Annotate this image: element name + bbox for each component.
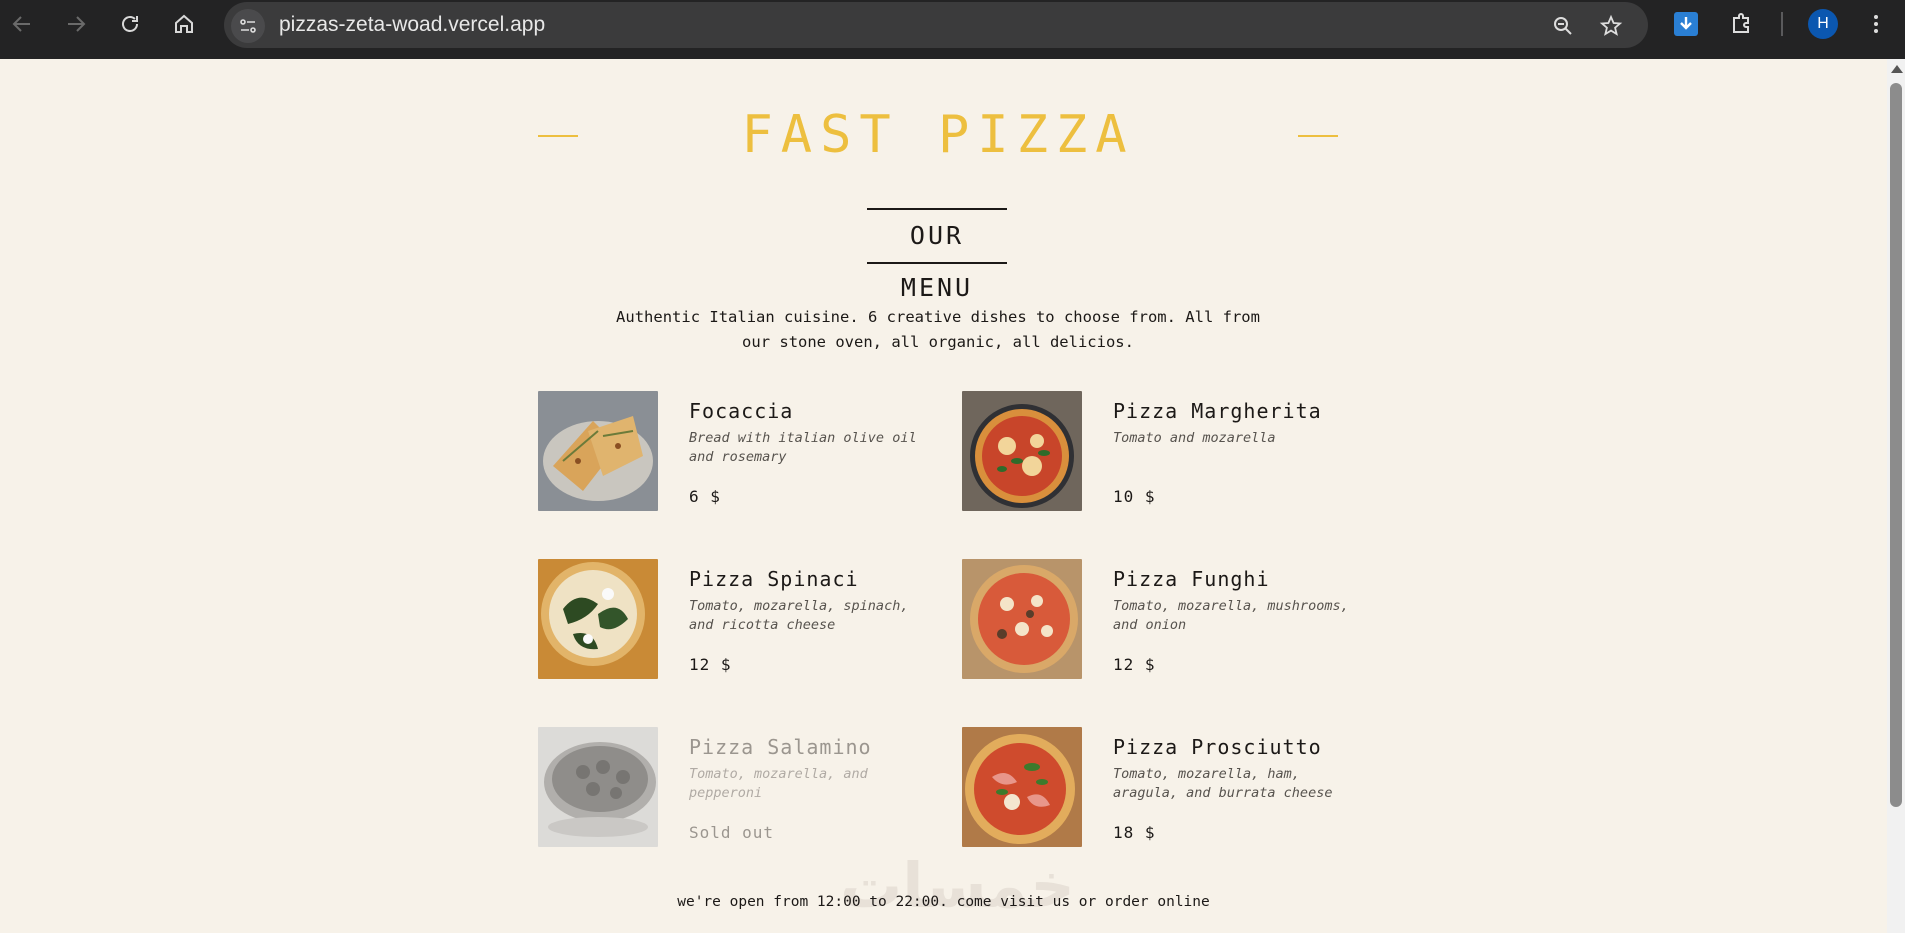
toolbar-divider	[1781, 12, 1783, 36]
item-name: Pizza Funghi	[1113, 567, 1270, 591]
download-button[interactable]	[1670, 8, 1702, 40]
item-name: Pizza Margherita	[1113, 399, 1322, 423]
zoom-icon	[1554, 17, 1572, 35]
menu-title: OUR MENU	[867, 208, 1007, 302]
item-ingredients: Bread with italian olive oil and rosemar…	[689, 430, 917, 465]
back-icon	[12, 16, 30, 32]
menu-item: Pizza Margherita Tomato and mozarella 10…	[962, 391, 1362, 513]
item-name: Pizza Spinaci	[689, 567, 859, 591]
item-name: Pizza Salamino	[689, 735, 872, 759]
item-price: 12 $	[689, 655, 732, 674]
menu-item: Pizza Prosciutto Tomato, mozarella, ham,…	[962, 727, 1362, 849]
extensions-icon	[1733, 13, 1749, 33]
download-icon	[1674, 12, 1698, 36]
menu-item: Focaccia Bread with italian olive oil an…	[538, 391, 938, 513]
bookmark-button[interactable]	[1596, 11, 1626, 41]
item-price: 10 $	[1113, 487, 1156, 506]
funghi-photo	[962, 559, 1082, 679]
site-info-button[interactable]	[231, 9, 265, 43]
footer-text: we're open from 12:00 to 22:00. come vis…	[677, 894, 1210, 910]
address-bar[interactable]: pizzas-zeta-woad.vercel.app	[224, 2, 1648, 48]
focaccia-photo	[538, 391, 658, 511]
site-title[interactable]: FAST PIZZA	[538, 95, 1338, 175]
menu-intro: Authentic Italian cuisine. 6 creative di…	[616, 308, 1260, 351]
zoom-button[interactable]	[1548, 11, 1578, 41]
browser-menu-button[interactable]	[1860, 8, 1892, 40]
menu-item: Pizza Funghi Tomato, mozarella, mushroom…	[962, 559, 1362, 681]
reload-button[interactable]	[110, 8, 150, 40]
menu-item-sold-out: Pizza Salamino Tomato, mozarella, and pe…	[538, 727, 938, 849]
item-price: 6 $	[689, 487, 721, 506]
header-line-right	[1298, 135, 1338, 137]
page-content: FAST PIZZA OUR MENU Authentic Italian cu…	[0, 59, 1887, 933]
star-icon	[1599, 14, 1623, 36]
browser-toolbar: pizzas-zeta-woad.vercel.app H	[0, 0, 1905, 59]
scroll-thumb[interactable]	[1890, 83, 1902, 807]
menu-item: Pizza Spinaci Tomato, mozarella, spinach…	[538, 559, 938, 681]
item-name: Pizza Prosciutto	[1113, 735, 1322, 759]
item-ingredients: Tomato, mozarella, mushrooms, and onion	[1113, 598, 1349, 633]
site-header: FAST PIZZA	[538, 95, 1338, 175]
page-scrollbar[interactable]	[1887, 59, 1905, 933]
reload-icon	[122, 16, 138, 32]
item-price: 12 $	[1113, 655, 1156, 674]
back-button[interactable]	[2, 8, 42, 40]
site-info-icon	[240, 19, 256, 33]
item-ingredients: Tomato, mozarella, and pepperoni	[689, 766, 868, 801]
margherita-photo	[962, 391, 1082, 511]
profile-avatar[interactable]: H	[1808, 9, 1838, 39]
item-ingredients: Tomato, mozarella, spinach, and ricotta …	[689, 598, 909, 633]
scroll-up-icon[interactable]	[1891, 65, 1903, 73]
menu-icon	[1874, 15, 1878, 33]
item-name: Focaccia	[689, 399, 794, 423]
url-text[interactable]: pizzas-zeta-woad.vercel.app	[279, 13, 545, 37]
sold-out-label: Sold out	[689, 823, 775, 842]
forward-button[interactable]	[56, 8, 96, 40]
prosciutto-photo	[962, 727, 1082, 847]
spinaci-photo	[538, 559, 658, 679]
item-ingredients: Tomato, mozarella, ham, aragula, and bur…	[1113, 766, 1333, 801]
home-icon	[175, 14, 193, 33]
item-price: 18 $	[1113, 823, 1156, 842]
home-button[interactable]	[164, 8, 204, 40]
salamino-photo	[538, 727, 658, 847]
watermark-logo: خمسات	[840, 849, 1075, 922]
item-ingredients: Tomato and mozarella	[1113, 430, 1276, 446]
forward-icon	[68, 16, 86, 32]
extensions-button[interactable]	[1726, 8, 1758, 40]
